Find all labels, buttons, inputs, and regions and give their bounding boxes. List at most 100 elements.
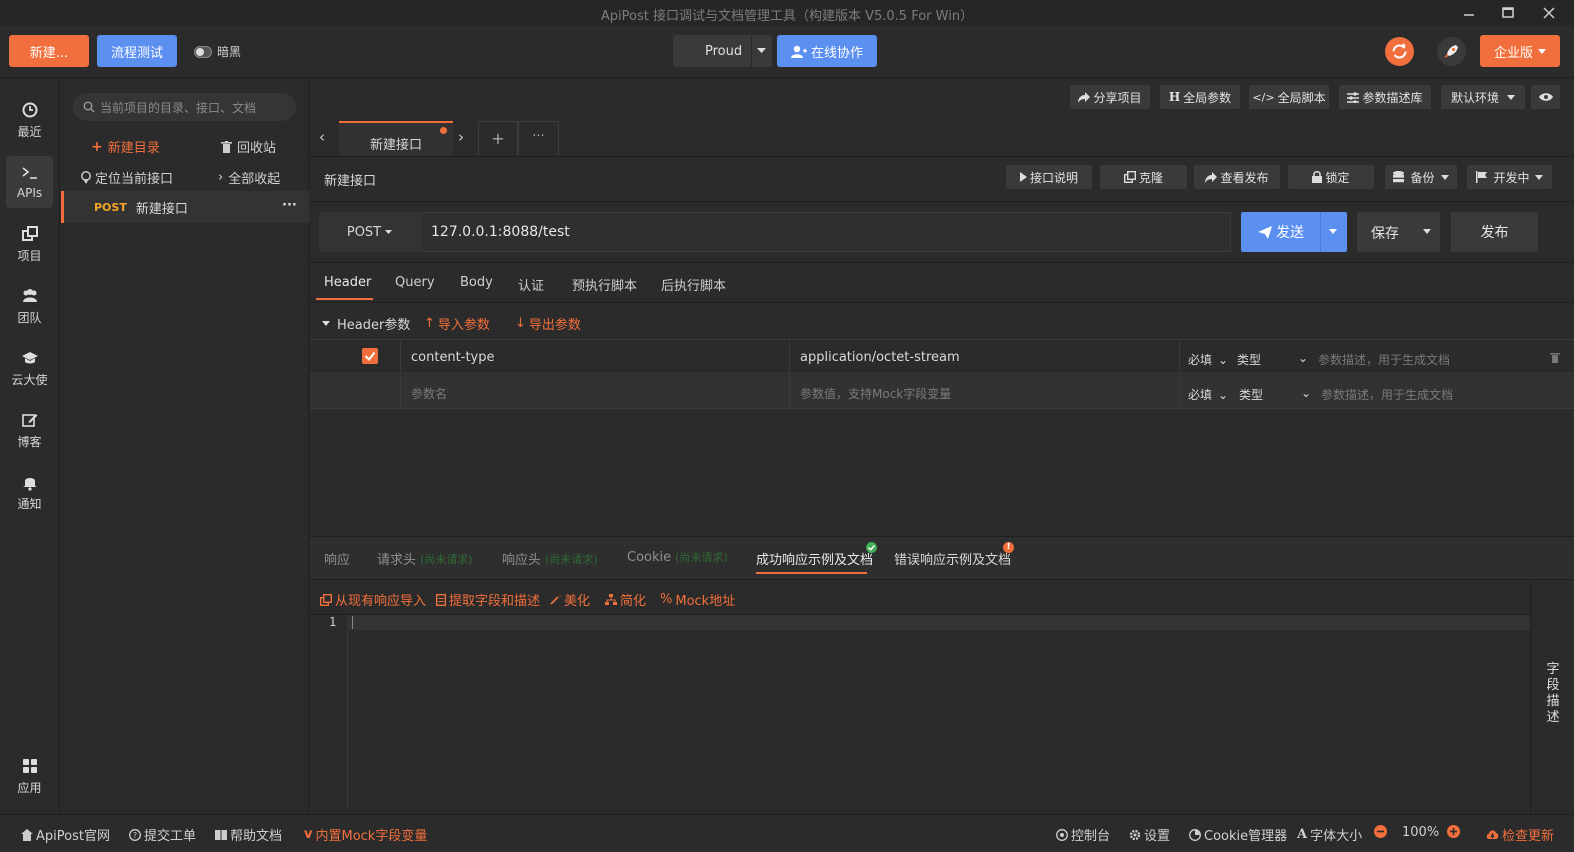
simplify-button[interactable]: 简化 — [605, 590, 646, 609]
nav-notify[interactable]: 通知 — [6, 466, 53, 518]
enterprise-button[interactable]: 企业版 — [1480, 35, 1560, 67]
mock-url-label: Mock地址 — [675, 594, 736, 609]
tab-more-icon[interactable]: ··· — [518, 121, 559, 155]
zoom-out-button[interactable] — [1374, 825, 1387, 838]
tree-search-input[interactable]: 当前项目的目录、接口、文档 — [73, 93, 296, 121]
beautify-button[interactable]: 美化 — [550, 590, 590, 609]
save-button[interactable]: 保存 — [1357, 212, 1440, 252]
tab-request-headers[interactable]: 请求头 (尚未请求) — [377, 549, 473, 569]
nav-recent[interactable]: 最近 — [6, 94, 53, 146]
nav-blog[interactable]: 博客 — [6, 404, 53, 456]
recycle-bin-button[interactable]: 回收站 — [221, 137, 276, 156]
new-dir-button[interactable]: + 新建目录 — [91, 137, 160, 157]
trash-icon[interactable] — [1550, 352, 1560, 363]
tab-body[interactable]: Body — [460, 275, 493, 290]
type-select[interactable]: 类型 ⌄ — [1239, 386, 1327, 403]
tab-response-headers[interactable]: 响应头 (尚未请求) — [502, 549, 598, 569]
field-desc-panel-toggle[interactable]: 字 段 描 述 — [1530, 580, 1574, 813]
workspace-select[interactable]: Proud — [673, 35, 772, 67]
tree-item-api[interactable]: POST 新建接口 ··· — [61, 191, 309, 223]
param-desc-input[interactable]: 参数描述，用于生成文档 — [1318, 351, 1450, 368]
builtin-mock-link[interactable]: v 内置Mock字段变量 — [304, 825, 427, 844]
import-from-response-button[interactable]: 从现有响应导入 — [320, 590, 426, 609]
new-param-desc-input[interactable]: 参数描述，用于生成文档 — [1321, 386, 1453, 403]
tab-response[interactable]: 响应 — [324, 549, 350, 568]
help-docs-link[interactable]: 帮助文档 — [215, 825, 282, 844]
zoom-in-button[interactable] — [1447, 825, 1460, 838]
minimize-icon[interactable] — [1460, 4, 1478, 22]
nav-project[interactable]: 项目 — [6, 218, 53, 270]
tab-new-api[interactable]: 新建接口 — [339, 121, 453, 157]
send-button[interactable]: 发送 — [1241, 212, 1347, 252]
global-params-button[interactable]: H 全局参数 — [1160, 85, 1240, 109]
extract-fields-button[interactable]: 提取字段和描述 — [436, 590, 540, 609]
type-select[interactable]: 类型 ⌄ — [1237, 351, 1325, 368]
tab-auth[interactable]: 认证 — [518, 275, 544, 294]
param-desc-lib-button[interactable]: 参数描述库 — [1339, 85, 1431, 109]
required-select[interactable]: 必填 ⌄ — [1188, 351, 1228, 368]
collapse-all-button[interactable]: › 全部收起 — [218, 168, 280, 187]
nav-ambassador[interactable]: 云大使 — [6, 342, 53, 394]
status-select[interactable]: 开发中 — [1467, 165, 1552, 189]
tab-error-example[interactable]: 错误响应示例及文档 — [894, 549, 1011, 568]
view-publish-button[interactable]: 查看发布 — [1194, 165, 1280, 189]
tab-header[interactable]: Header — [324, 275, 371, 290]
nav-apis[interactable]: APIs — [6, 156, 53, 208]
check-update-button[interactable]: 检查更新 — [1486, 825, 1554, 844]
new-param-key-input[interactable]: 参数名 — [411, 385, 447, 402]
row-checkbox[interactable] — [362, 348, 378, 364]
tab-pre-script[interactable]: 预执行脚本 — [572, 275, 637, 294]
more-icon[interactable]: ··· — [282, 198, 297, 213]
tab-success-example[interactable]: 成功响应示例及文档 — [756, 549, 873, 568]
share-project-button[interactable]: 分享项目 — [1070, 85, 1150, 109]
font-icon: A — [1297, 827, 1308, 842]
method-select[interactable]: POST — [319, 212, 420, 252]
locate-current-button[interactable]: 定位当前接口 — [80, 168, 173, 187]
param-value[interactable]: application/octet-stream — [800, 350, 960, 365]
env-view-button[interactable] — [1531, 85, 1560, 109]
header-params-toggle[interactable]: Header参数 — [322, 314, 410, 333]
nav-team[interactable]: 团队 — [6, 280, 53, 332]
graduation-cap-icon — [21, 351, 38, 363]
nav-apps[interactable]: 应用 — [6, 750, 53, 802]
cookie-manager-button[interactable]: Cookie管理器 — [1189, 825, 1287, 844]
backup-button[interactable]: 备份 — [1385, 165, 1457, 189]
tab-post-script[interactable]: 后执行脚本 — [661, 275, 726, 294]
mock-url-button[interactable]: % Mock地址 — [660, 590, 735, 609]
url-input[interactable]: 127.0.0.1:8088/test — [420, 212, 1231, 252]
settings-button[interactable]: 设置 — [1129, 825, 1170, 844]
collab-button[interactable]: 在线协作 — [777, 35, 877, 67]
sync-button[interactable] — [1385, 37, 1414, 66]
clone-button[interactable]: 克隆 — [1100, 165, 1187, 189]
env-select[interactable]: 默认环境 — [1441, 85, 1525, 109]
rocket-button[interactable] — [1437, 37, 1466, 66]
required-select[interactable]: 必填 ⌄ — [1188, 386, 1228, 403]
global-script-button[interactable]: </> 全局脚本 — [1249, 85, 1329, 109]
tab-cookie[interactable]: Cookie (尚未请求) — [627, 549, 728, 565]
export-params-button[interactable]: ↓ 导出参数 — [515, 314, 581, 333]
import-params-button[interactable]: ↑ 导入参数 — [424, 314, 490, 333]
new-param-value-input[interactable]: 参数值，支持Mock字段变量 — [800, 385, 951, 402]
window-title: ApiPost 接口调试与文档管理工具（构建版本 V5.0.5 For Win） — [600, 9, 974, 24]
console-button[interactable]: 控制台 — [1056, 825, 1110, 844]
tab-query[interactable]: Query — [395, 275, 435, 290]
tabs-scroll-left-icon[interactable]: ‹ — [319, 128, 325, 146]
new-button[interactable]: 新建... — [9, 35, 89, 67]
code-editor[interactable]: 1 — [310, 615, 1530, 808]
submit-ticket-link[interactable]: ? 提交工单 — [129, 825, 196, 844]
add-tab-icon[interactable]: + — [478, 121, 518, 155]
publish-button[interactable]: 发布 — [1451, 212, 1538, 252]
param-key[interactable]: content-type — [411, 350, 495, 365]
dark-mode-toggle[interactable]: 暗黑 — [194, 43, 241, 60]
close-icon[interactable] — [1540, 4, 1558, 22]
maximize-icon[interactable] — [1499, 4, 1517, 22]
enterprise-label: 企业版 — [1493, 45, 1533, 61]
add-user-icon — [790, 45, 807, 58]
collapse-label: 全部收起 — [228, 172, 281, 187]
header-icon: H — [1168, 90, 1181, 104]
tabs-scroll-right-icon[interactable]: › — [458, 128, 464, 146]
official-site-link[interactable]: ApiPost官网 — [21, 825, 110, 844]
lock-button[interactable]: 锁定 — [1288, 165, 1374, 189]
api-doc-button[interactable]: 接口说明 — [1006, 165, 1092, 189]
flow-test-button[interactable]: 流程测试 — [97, 35, 177, 67]
